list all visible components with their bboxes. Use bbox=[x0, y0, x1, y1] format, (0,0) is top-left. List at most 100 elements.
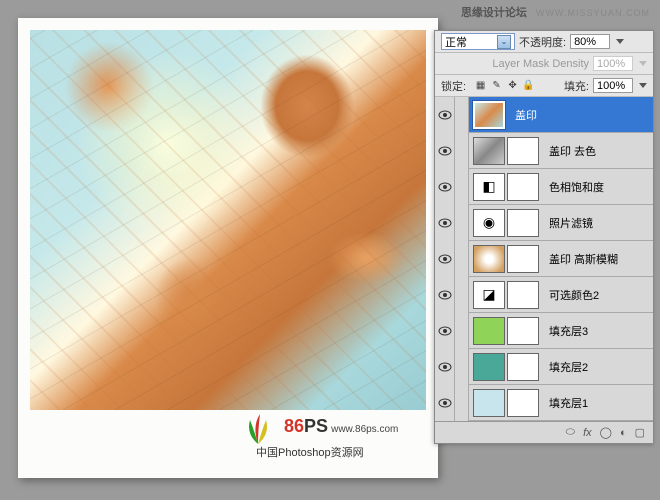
layer-thumb bbox=[473, 101, 505, 129]
logo-brand: 86 bbox=[284, 416, 304, 436]
layer-row[interactable]: 盖印 去色 bbox=[435, 133, 653, 169]
layer-row[interactable]: 填充层3 bbox=[435, 313, 653, 349]
link-cell bbox=[455, 349, 469, 385]
layer-name[interactable]: 填充层1 bbox=[549, 395, 588, 411]
folder-icon[interactable]: ▢ bbox=[635, 426, 645, 439]
fill-input[interactable]: 100% bbox=[593, 78, 633, 93]
lock-paint-icon[interactable]: ✎ bbox=[490, 79, 503, 92]
thumbs: ◧ bbox=[469, 173, 543, 201]
visibility-toggle[interactable] bbox=[435, 241, 455, 277]
visibility-toggle[interactable] bbox=[435, 133, 455, 169]
blend-row: 正常 ⌄ 不透明度: 80% bbox=[435, 31, 653, 53]
layer-name[interactable]: 可选颜色2 bbox=[549, 287, 599, 303]
mask-thumb bbox=[507, 317, 539, 345]
layer-row[interactable]: 填充层2 bbox=[435, 349, 653, 385]
layer-name[interactable]: 照片滤镜 bbox=[549, 215, 593, 231]
lock-icons: ▦ ✎ ✥ 🔒 bbox=[474, 79, 535, 92]
layer-row[interactable]: ◧ 色相饱和度 bbox=[435, 169, 653, 205]
link-cell bbox=[455, 313, 469, 349]
layers-bottombar: ⬭ fx ◯ ◐ ▢ bbox=[435, 421, 653, 443]
layer-row[interactable]: 填充层1 bbox=[435, 385, 653, 421]
layer-row[interactable]: ◉ 照片滤镜 bbox=[435, 205, 653, 241]
layer-name[interactable]: 盖印 bbox=[515, 107, 537, 123]
logo: 86PS www.86ps.com bbox=[238, 406, 398, 446]
mask-thumb bbox=[507, 245, 539, 273]
layer-thumb bbox=[473, 353, 505, 381]
layer-row[interactable]: ◪ 可选颜色2 bbox=[435, 277, 653, 313]
lock-row: 锁定: ▦ ✎ ✥ 🔒 填充: 100% bbox=[435, 75, 653, 97]
logo-mark bbox=[238, 406, 278, 446]
adjustment-icon[interactable]: ◐ bbox=[620, 427, 627, 439]
thumbs bbox=[469, 317, 543, 345]
visibility-toggle[interactable] bbox=[435, 385, 455, 421]
mask-thumb bbox=[507, 209, 539, 237]
mask-thumb bbox=[507, 353, 539, 381]
mask-density-label: Layer Mask Density bbox=[492, 58, 589, 70]
visibility-toggle[interactable] bbox=[435, 97, 455, 133]
logo-text: 86PS www.86ps.com bbox=[284, 416, 398, 437]
layer-name[interactable]: 盖印 去色 bbox=[549, 143, 596, 159]
layer-thumb bbox=[473, 317, 505, 345]
layer-name[interactable]: 色相饱和度 bbox=[549, 179, 604, 195]
layers-list: 盖印盖印 去色 ◧ 色相饱和度 ◉ 照片滤镜盖印 高斯模糊 ◪ 可选颜色2 填充层3 填充层2 填… bbox=[435, 97, 653, 421]
thumbs bbox=[469, 389, 543, 417]
thumbs bbox=[469, 101, 509, 129]
layer-name[interactable]: 盖印 高斯模糊 bbox=[549, 251, 618, 267]
adjustment-thumb: ◧ bbox=[473, 173, 505, 201]
fill-slider-icon[interactable] bbox=[639, 83, 647, 88]
visibility-toggle[interactable] bbox=[435, 205, 455, 241]
link-layers-icon[interactable]: ⬭ bbox=[566, 426, 575, 439]
watermark: 思缘设计论坛 WWW.MISSYUAN.COM bbox=[461, 4, 650, 20]
mask-density-input: 100% bbox=[593, 56, 633, 71]
layer-name[interactable]: 填充层3 bbox=[549, 323, 588, 339]
mask-thumb bbox=[507, 137, 539, 165]
mask-thumb bbox=[507, 281, 539, 309]
lock-label: 锁定: bbox=[441, 78, 466, 94]
fx-icon[interactable]: fx bbox=[583, 427, 592, 439]
link-cell bbox=[455, 133, 469, 169]
mask-slider-icon bbox=[639, 61, 647, 66]
layer-thumb bbox=[473, 389, 505, 417]
logo-suffix: PS bbox=[304, 416, 328, 436]
link-cell bbox=[455, 385, 469, 421]
adjustment-thumb: ◉ bbox=[473, 209, 505, 237]
lock-transparency-icon[interactable]: ▦ bbox=[474, 79, 487, 92]
mask-thumb bbox=[507, 389, 539, 417]
watermark-title: 思缘设计论坛 bbox=[461, 7, 527, 19]
thumbs: ◪ bbox=[469, 281, 543, 309]
layers-panel: 正常 ⌄ 不透明度: 80% Layer Mask Density 100% 锁… bbox=[434, 30, 654, 444]
link-cell bbox=[455, 241, 469, 277]
blend-mode-select[interactable]: 正常 ⌄ bbox=[441, 33, 515, 50]
link-cell bbox=[455, 277, 469, 313]
opacity-label: 不透明度: bbox=[519, 34, 566, 50]
thumbs bbox=[469, 137, 543, 165]
thumbs bbox=[469, 245, 543, 273]
layer-name[interactable]: 填充层2 bbox=[549, 359, 588, 375]
visibility-toggle[interactable] bbox=[435, 169, 455, 205]
logo-subtitle: 中国Photoshop资源网 bbox=[256, 444, 364, 460]
link-cell bbox=[455, 169, 469, 205]
link-cell bbox=[455, 97, 469, 133]
watermark-url: WWW.MISSYUAN.COM bbox=[536, 8, 650, 18]
adjustment-thumb: ◪ bbox=[473, 281, 505, 309]
mask-thumb bbox=[507, 173, 539, 201]
lock-all-icon[interactable]: 🔒 bbox=[522, 79, 535, 92]
opacity-slider-icon[interactable] bbox=[616, 39, 624, 44]
fill-label: 填充: bbox=[564, 78, 589, 94]
thumbs: ◉ bbox=[469, 209, 543, 237]
layer-row[interactable]: 盖印 bbox=[435, 97, 653, 133]
chevron-down-icon: ⌄ bbox=[497, 35, 511, 49]
visibility-toggle[interactable] bbox=[435, 277, 455, 313]
visibility-toggle[interactable] bbox=[435, 349, 455, 385]
layer-thumb bbox=[473, 137, 505, 165]
thumbs bbox=[469, 353, 543, 381]
visibility-toggle[interactable] bbox=[435, 313, 455, 349]
canvas-photo[interactable] bbox=[30, 30, 426, 410]
layer-thumb bbox=[473, 245, 505, 273]
layer-row[interactable]: 盖印 高斯模糊 bbox=[435, 241, 653, 277]
photo-frame: 86PS www.86ps.com 中国Photoshop资源网 bbox=[18, 18, 438, 478]
logo-url: www.86ps.com bbox=[331, 424, 398, 435]
lock-position-icon[interactable]: ✥ bbox=[506, 79, 519, 92]
opacity-input[interactable]: 80% bbox=[570, 34, 610, 49]
mask-icon[interactable]: ◯ bbox=[600, 426, 612, 439]
